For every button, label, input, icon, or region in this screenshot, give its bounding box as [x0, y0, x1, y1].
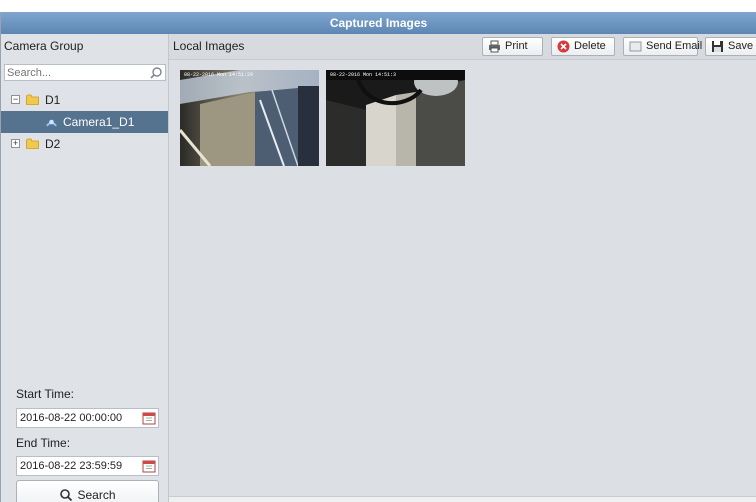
camera-search-input[interactable] [5, 65, 149, 81]
collapse-toggle[interactable]: − [11, 95, 20, 104]
delete-icon [557, 40, 570, 53]
image-timestamp: 08-22-2016 Mon 14:51:3 [330, 72, 397, 78]
print-button[interactable]: Print [482, 37, 543, 56]
calendar-icon[interactable] [142, 459, 156, 473]
calendar-icon[interactable] [142, 411, 156, 425]
save-as-label: Save as [728, 40, 756, 52]
end-time-field[interactable] [16, 456, 159, 476]
camera-group-panel: Camera Group − D1 Camera1_D1 [1, 34, 169, 502]
send-email-button[interactable]: Send Email [623, 37, 702, 56]
captured-image [180, 70, 319, 166]
local-images-header: Local Images [173, 39, 245, 53]
tree-node-camera1-d1[interactable]: Camera1_D1 [1, 111, 168, 133]
end-time-input[interactable] [17, 457, 141, 475]
print-icon [489, 40, 500, 53]
local-images-panel: Local Images Print Delete Send Email Sav… [169, 34, 756, 502]
captured-image [326, 70, 465, 166]
search-button[interactable]: Search [16, 480, 159, 502]
app-window: Captured Images Camera Group − D1 [0, 12, 756, 502]
start-time-field[interactable] [16, 408, 159, 428]
image-timestamp: 08-22-2016 Mon 14:51:29 [184, 72, 254, 78]
captured-image-thumbnail[interactable]: 08-22-2016 Mon 14:51:3 [326, 70, 465, 166]
search-icon[interactable] [149, 66, 163, 80]
bottom-status-strip [169, 496, 756, 502]
captured-image-thumbnail[interactable]: 08-22-2016 Mon 14:51:29 [180, 70, 319, 166]
camera-group-header: Camera Group [4, 39, 84, 53]
save-icon [712, 41, 723, 52]
delete-label: Delete [574, 40, 606, 52]
start-time-input[interactable] [17, 409, 141, 427]
save-as-button[interactable]: Save as [705, 37, 756, 56]
tree-node-d2[interactable]: + D2 [1, 133, 168, 155]
camera-search-field[interactable] [4, 64, 166, 81]
local-images-toolbar: Local Images Print Delete Send Email Sav… [169, 34, 756, 60]
email-icon [629, 41, 642, 52]
camera-icon [46, 119, 57, 127]
start-time-label: Start Time: [16, 387, 75, 401]
end-time-label: End Time: [16, 436, 71, 450]
search-button-label: Search [77, 488, 116, 502]
search-icon [60, 489, 73, 502]
print-label: Print [505, 40, 528, 52]
folder-icon [26, 94, 39, 105]
window-title: Captured Images [1, 12, 756, 34]
tree-label: D2 [45, 137, 61, 151]
delete-button[interactable]: Delete [551, 37, 615, 56]
tree-label: D1 [45, 93, 61, 107]
expand-toggle[interactable]: + [11, 139, 20, 148]
send-email-label: Send Email [646, 40, 703, 52]
tree-label: Camera1_D1 [63, 115, 135, 129]
folder-icon [26, 138, 39, 149]
tree-node-d1[interactable]: − D1 [1, 89, 168, 111]
